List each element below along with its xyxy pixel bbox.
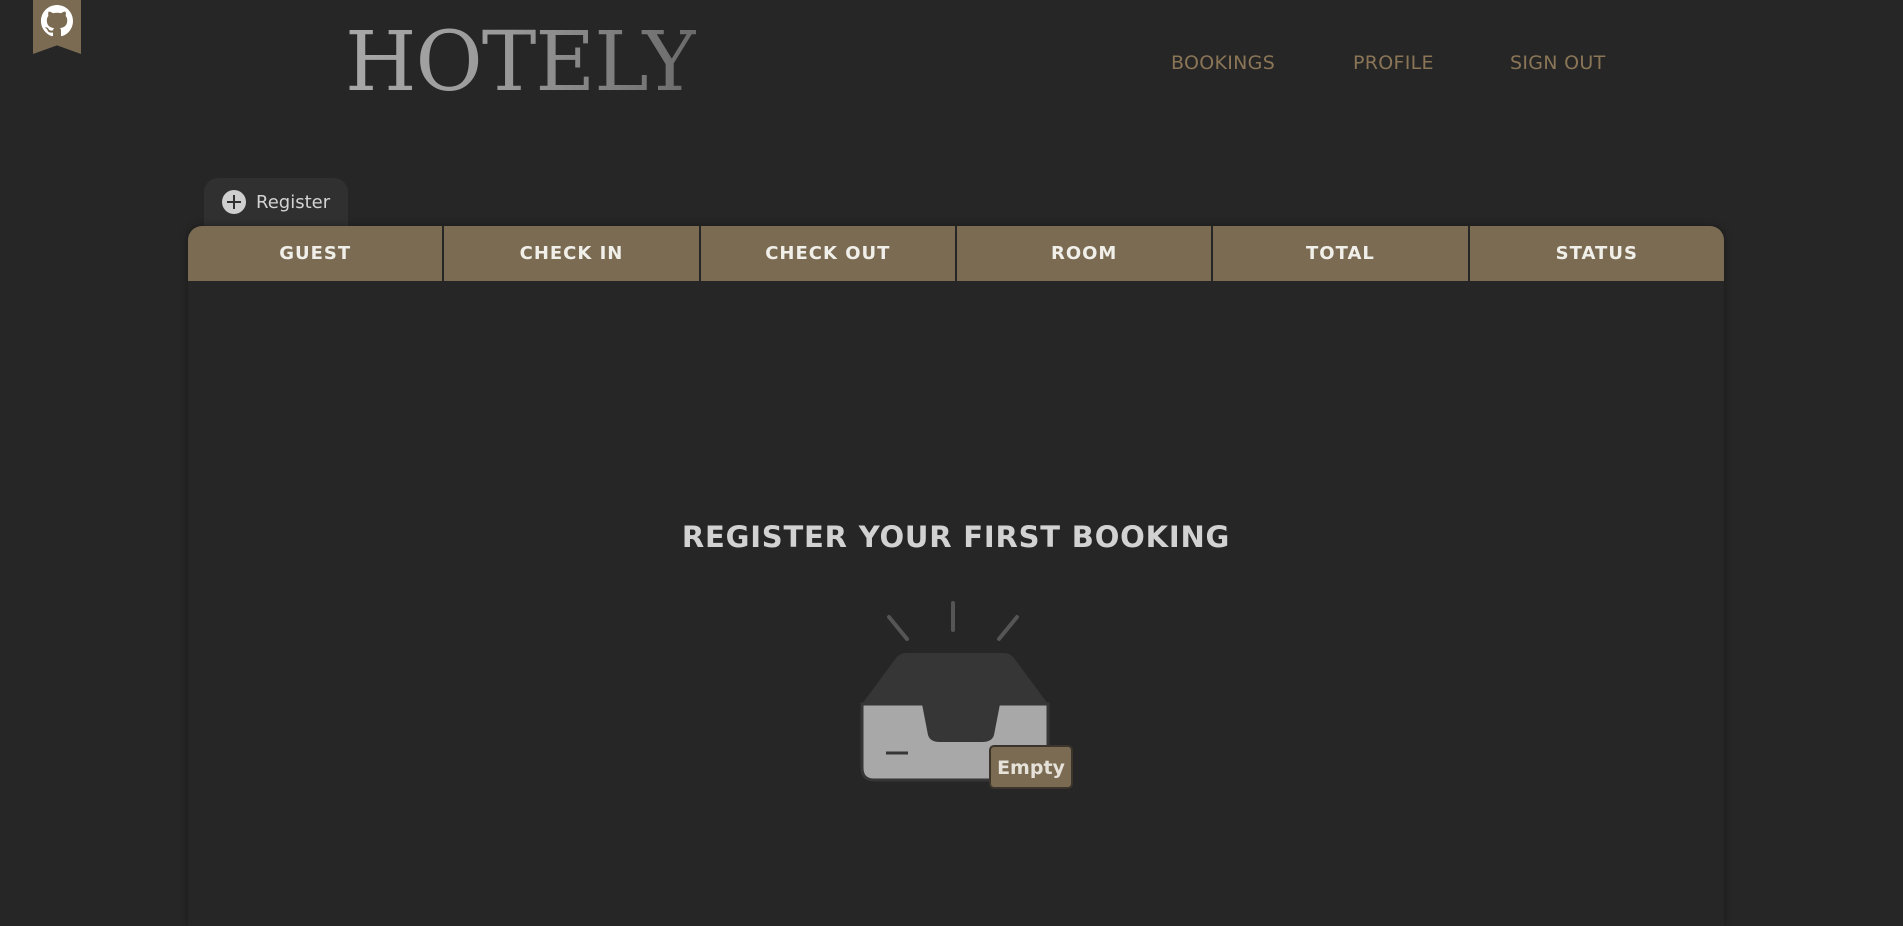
github-ribbon[interactable] bbox=[33, 0, 81, 54]
column-header-check-in[interactable]: CHECK IN bbox=[444, 226, 701, 281]
bookings-table: GUEST CHECK IN CHECK OUT ROOM TOTAL STAT… bbox=[188, 226, 1724, 926]
register-tab-button[interactable]: Register bbox=[204, 178, 348, 226]
nav-profile-link[interactable]: PROFILE bbox=[1353, 52, 1434, 74]
empty-badge-label: Empty bbox=[997, 757, 1065, 779]
github-icon bbox=[41, 5, 73, 37]
column-header-status[interactable]: STATUS bbox=[1470, 226, 1724, 281]
column-header-check-out[interactable]: CHECK OUT bbox=[701, 226, 957, 281]
plus-circle-icon bbox=[222, 190, 246, 214]
column-header-room[interactable]: ROOM bbox=[957, 226, 1214, 281]
main-nav: BOOKINGS PROFILE SIGN OUT bbox=[0, 52, 1903, 82]
column-header-guest[interactable]: GUEST bbox=[188, 226, 445, 281]
empty-state-title: REGISTER YOUR FIRST BOOKING bbox=[681, 520, 1231, 554]
table-header: GUEST CHECK IN CHECK OUT ROOM TOTAL STAT… bbox=[188, 226, 1724, 281]
nav-sign-out-link[interactable]: SIGN OUT bbox=[1510, 52, 1606, 74]
column-header-total[interactable]: TOTAL bbox=[1213, 226, 1470, 281]
inbox-tray-icon: Empty bbox=[860, 601, 1073, 789]
register-tab-label: Register bbox=[256, 191, 331, 213]
nav-bookings-link[interactable]: BOOKINGS bbox=[1171, 52, 1275, 74]
